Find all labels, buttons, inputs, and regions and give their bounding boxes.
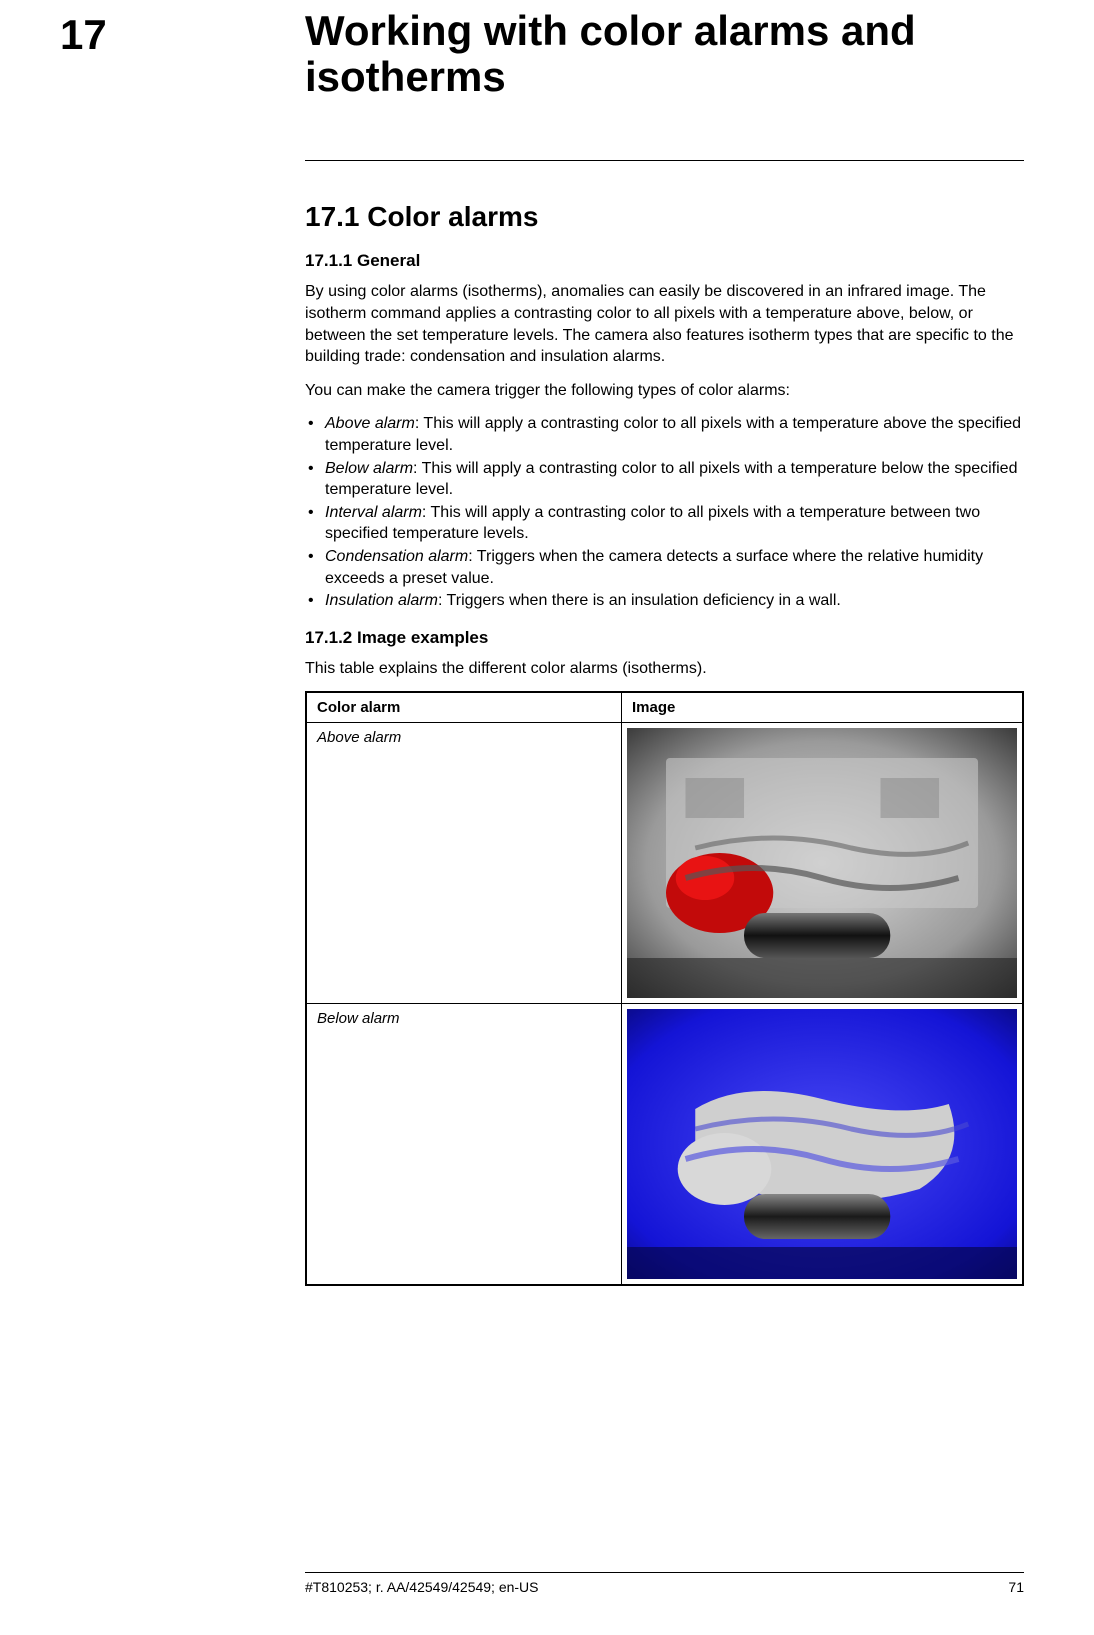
table-cell-image xyxy=(621,723,1023,1004)
thermal-image-above xyxy=(627,728,1017,998)
divider-top xyxy=(305,160,1024,161)
examples-intro: This table explains the different color … xyxy=(305,658,1024,680)
chapter-title: Working with color alarms and isotherms xyxy=(305,8,1034,100)
alarm-desc: : This will apply a contrasting color to… xyxy=(325,460,1017,499)
table-cell-label: Above alarm xyxy=(306,723,621,1004)
general-para-2: You can make the camera trigger the foll… xyxy=(305,380,1024,402)
section-heading: 17.1 Color alarms xyxy=(305,201,1024,233)
list-item: Insulation alarm: Triggers when there is… xyxy=(305,590,1024,612)
table-row: Above alarm xyxy=(306,723,1023,1004)
thermal-image-below xyxy=(627,1009,1017,1279)
alarm-list: Above alarm: This will apply a contrasti… xyxy=(305,413,1024,611)
alarm-term: Above alarm xyxy=(325,415,415,432)
alarm-desc: : This will apply a contrasting color to… xyxy=(325,415,1021,454)
chapter-number: 17 xyxy=(60,8,305,56)
table-row: Below alarm xyxy=(306,1004,1023,1286)
footer-docid: #T810253; r. AA/42549/42549; en-US xyxy=(305,1579,539,1595)
chapter-header: 17 Working with color alarms and isother… xyxy=(60,0,1034,100)
subsection-general-heading: 17.1.1 General xyxy=(305,251,1024,271)
table-header-col1: Color alarm xyxy=(306,692,621,723)
alarm-term: Below alarm xyxy=(325,460,413,477)
alarm-term: Insulation alarm xyxy=(325,592,438,609)
alarm-term: Interval alarm xyxy=(325,504,422,521)
general-para-1: By using color alarms (isotherms), anoma… xyxy=(305,281,1024,367)
table-cell-image xyxy=(621,1004,1023,1286)
alarm-term: Condensation alarm xyxy=(325,548,468,565)
list-item: Above alarm: This will apply a contrasti… xyxy=(305,413,1024,456)
page-footer: #T810253; r. AA/42549/42549; en-US 71 xyxy=(60,1572,1034,1595)
table-cell-label: Below alarm xyxy=(306,1004,621,1286)
footer-page-number: 71 xyxy=(1008,1579,1024,1595)
alarm-desc: : This will apply a contrasting color to… xyxy=(325,504,980,543)
subsection-examples-heading: 17.1.2 Image examples xyxy=(305,628,1024,648)
table-header-col2: Image xyxy=(621,692,1023,723)
list-item: Below alarm: This will apply a contrasti… xyxy=(305,458,1024,501)
list-item: Interval alarm: This will apply a contra… xyxy=(305,502,1024,545)
list-item: Condensation alarm: Triggers when the ca… xyxy=(305,546,1024,589)
alarm-table: Color alarm Image Above alarm xyxy=(305,691,1024,1286)
alarm-desc: : Triggers when there is an insulation d… xyxy=(438,592,841,609)
